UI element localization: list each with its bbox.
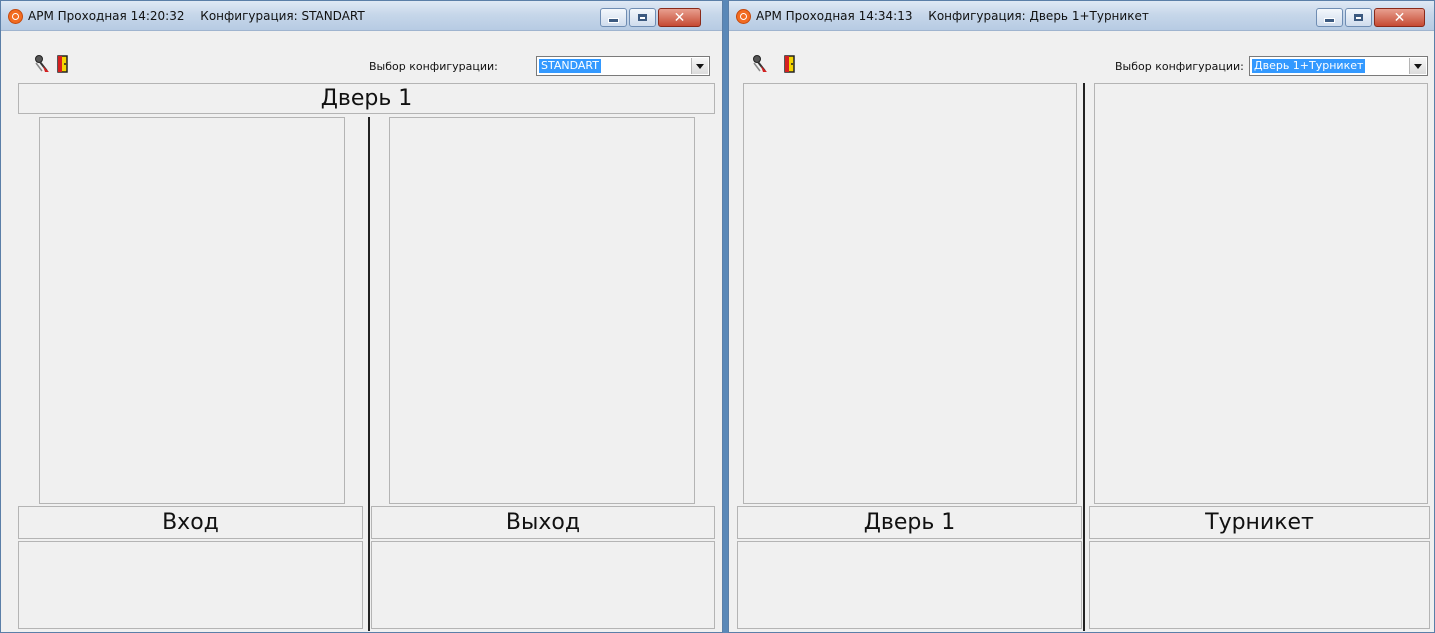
config-selected-value: STANDART [539, 59, 601, 73]
entry-label: Вход [18, 506, 363, 539]
door-label-text: Дверь 1 [863, 510, 956, 535]
window-title: АРМ Проходная 14:20:32 Конфигурация: STA… [28, 9, 377, 23]
title-bar[interactable]: АРМ Проходная 14:20:32 Конфигурация: STA… [1, 1, 722, 31]
door-exit-icon[interactable] [54, 54, 71, 74]
config-selected-value: Дверь 1+Турникет [1252, 59, 1366, 73]
turnstile-info-panel [1089, 541, 1430, 629]
close-icon[interactable]: ✕ [1374, 8, 1425, 27]
door-label: Дверь 1 [737, 506, 1082, 539]
entry-label-text: Вход [162, 510, 219, 535]
door-header: Дверь 1 [18, 83, 715, 114]
minimize-icon[interactable] [600, 8, 627, 27]
turnstile-event-panel[interactable] [1094, 83, 1428, 504]
title-bar[interactable]: АРМ Проходная 14:34:13 Конфигурация: Две… [729, 1, 1434, 31]
window-door-turnstile: АРМ Проходная 14:34:13 Конфигурация: Две… [728, 0, 1435, 633]
turnstile-label-text: Турникет [1205, 510, 1314, 535]
app-icon [8, 9, 23, 24]
turnstile-label: Турникет [1089, 506, 1430, 539]
config-select-label: Выбор конфигурации: [1115, 60, 1244, 73]
key-settings-icon[interactable] [751, 54, 768, 74]
column-divider [368, 117, 370, 631]
close-icon[interactable]: ✕ [658, 8, 701, 27]
exit-label-text: Выход [505, 510, 581, 535]
door-info-panel [737, 541, 1082, 629]
window-title: АРМ Проходная 14:34:13 Конфигурация: Две… [756, 9, 1161, 23]
exit-info-panel [371, 541, 715, 629]
entry-event-panel[interactable] [39, 117, 345, 504]
config-select[interactable]: Дверь 1+Турникет [1249, 56, 1428, 76]
key-settings-icon[interactable] [33, 54, 50, 74]
minimize-icon[interactable] [1316, 8, 1343, 27]
maximize-icon[interactable] [629, 8, 656, 27]
door-title: Дверь 1 [320, 86, 413, 111]
door-event-panel[interactable] [743, 83, 1077, 504]
maximize-icon[interactable] [1345, 8, 1372, 27]
door-exit-icon[interactable] [781, 54, 798, 74]
entry-info-panel [18, 541, 363, 629]
title-app-time: АРМ Проходная 14:34:13 [756, 9, 913, 23]
exit-event-panel[interactable] [389, 117, 695, 504]
config-select[interactable]: STANDART [536, 56, 710, 76]
title-configuration: Конфигурация: Дверь 1+Турникет [928, 9, 1149, 23]
chevron-down-icon[interactable] [1409, 58, 1426, 74]
title-app-time: АРМ Проходная 14:20:32 [28, 9, 185, 23]
config-select-label: Выбор конфигурации: [369, 60, 498, 73]
app-icon [736, 9, 751, 24]
chevron-down-icon[interactable] [691, 58, 708, 74]
window-standart: АРМ Проходная 14:20:32 Конфигурация: STA… [0, 0, 723, 633]
title-configuration: Конфигурация: STANDART [200, 9, 365, 23]
column-divider [1083, 83, 1085, 631]
exit-label: Выход [371, 506, 715, 539]
